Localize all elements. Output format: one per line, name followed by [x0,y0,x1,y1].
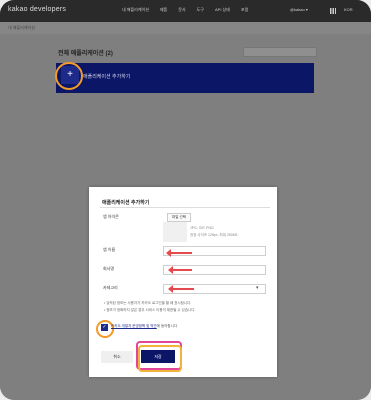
icon-size-hint: 권장 사이즈 128px, 최대 250KB [190,233,238,237]
main-nav: 내 애플리케이션 제품 문서 도구 API 상태 포럼 [122,7,248,13]
app-name-label: 앱 이름 [103,247,116,252]
red-arrow-app-name [166,249,192,257]
agree-suffix: 에 동의합니다. [156,324,179,328]
highlight-checkbox-circle [96,320,114,338]
account-menu[interactable]: @kakao ▾ [290,7,308,12]
info-note-2: • 정보가 정확하지 않은 경우 서비스 이용이 제한될 수 있습니다. [104,308,196,312]
breadcrumb[interactable]: 내 애플리케이션 [8,25,35,31]
file-upload-button[interactable]: 파일 선택 [167,213,191,222]
icon-format-hint: JPG, GIF, PNG [190,226,214,230]
nav-tools[interactable]: 도구 [197,7,204,13]
language-selector[interactable]: KOR [344,7,353,12]
highlight-plus-circle [55,62,83,90]
modal-title: 애플리케이션 추가하기 [102,200,150,206]
cancel-button[interactable]: 취소 [101,351,133,363]
nav-my-apps[interactable]: 내 애플리케이션 [122,7,149,13]
apps-search-input[interactable] [243,47,317,57]
nav-docs[interactable]: 문서 [178,7,185,13]
category-label: 카테고리 [103,285,118,290]
kakao-developers-logo[interactable]: kakao developers [8,6,66,13]
terms-link[interactable]: 카카오 개발자 운영정책 및 약관 [111,324,157,328]
app-icon-label: 앱 아이콘 [103,214,119,219]
info-note-1: • 입력된 정보는 사용자가 카카오 로그인을 할 때 표시됩니다. [104,301,192,305]
highlight-save-orange [138,345,182,372]
apps-grid-icon[interactable] [330,8,336,14]
nav-products[interactable]: 제품 [160,7,167,13]
modal-divider [100,207,270,208]
app-icon-preview [163,222,187,242]
nav-forum[interactable]: 포럼 [241,7,248,13]
screen-frame: kakao developers 내 애플리케이션 제품 문서 도구 API 상… [0,0,371,400]
red-arrow-company [168,266,192,274]
add-app-label[interactable]: 애플리케이션 추가하기 [83,73,130,80]
chevron-down-icon[interactable]: ▾ [256,285,259,291]
company-label: 회사명 [103,266,115,271]
app-name-input[interactable] [163,246,266,256]
red-arrow-category [168,285,194,293]
nav-api-status[interactable]: API 상태 [215,7,230,13]
apps-title: 전체 애플리케이션 (2) [58,51,113,57]
agree-text: 카카오 개발자 운영정책 및 약관에 동의합니다. [111,324,271,329]
